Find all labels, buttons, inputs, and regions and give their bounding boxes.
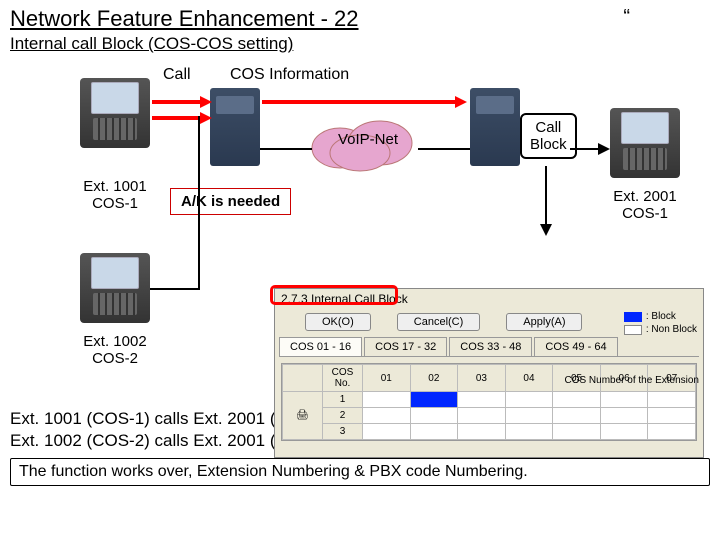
diagram-area: Ext. 1001COS-1 Ext. 1002COS-2 Ext. 2001C…	[0, 58, 720, 398]
grid-corner	[283, 365, 323, 392]
line	[260, 148, 312, 150]
pbx-icon	[470, 88, 520, 166]
grid-cell[interactable]	[363, 408, 411, 424]
phone-icon	[610, 108, 680, 178]
col-header: COS No.	[323, 365, 363, 392]
tab-cos-49-64[interactable]: COS 49 - 64	[534, 337, 617, 356]
pbx-icon	[210, 88, 260, 166]
grid-cell[interactable]	[363, 392, 411, 408]
legend: : Block : Non Block	[624, 311, 697, 337]
grid-cell[interactable]	[648, 392, 696, 408]
row-header: 3	[323, 424, 363, 440]
grid-cell[interactable]	[648, 424, 696, 440]
tab-cos-17-32[interactable]: COS 17 - 32	[364, 337, 447, 356]
arrow-icon	[152, 116, 202, 120]
grid-cell[interactable]	[553, 392, 601, 408]
tab-cos-33-48[interactable]: COS 33 - 48	[449, 337, 532, 356]
call-block-box: Call Block	[520, 113, 577, 159]
phone-icon	[80, 78, 150, 148]
grid-cell[interactable]	[600, 424, 648, 440]
grid-cell[interactable]	[505, 408, 553, 424]
grid-cell[interactable]	[363, 424, 411, 440]
cancel-button[interactable]: Cancel(C)	[397, 313, 481, 331]
grid-cell[interactable]	[505, 424, 553, 440]
cos-info-label: COS Information	[230, 66, 349, 84]
page-subtitle: Internal call Block (COS-COS setting)	[0, 34, 720, 58]
col-header: 03	[458, 365, 506, 392]
grid-cell-blocked[interactable]	[410, 392, 458, 408]
line	[418, 148, 470, 150]
quote-mark: “	[623, 6, 630, 29]
settings-panel: 2.7.3 Internal Call Block OK(O) Cancel(C…	[274, 288, 704, 458]
grid-cell[interactable]	[458, 424, 506, 440]
grid-cell[interactable]	[600, 392, 648, 408]
grid-cell[interactable]	[648, 408, 696, 424]
ok-button[interactable]: OK(O)	[305, 313, 371, 331]
arrow-icon	[570, 148, 600, 150]
col-header: 02	[410, 365, 458, 392]
swatch-block-icon	[624, 312, 642, 322]
phone-3-label: Ext. 2001COS-1	[600, 188, 690, 222]
grid-cell[interactable]	[410, 424, 458, 440]
grid-cell[interactable]	[458, 392, 506, 408]
grid-cell[interactable]	[505, 392, 553, 408]
col-header: 01	[363, 365, 411, 392]
row-header: 2	[323, 408, 363, 424]
voip-net-label: VoIP-Net	[318, 131, 418, 148]
ak-needed-box: A/K is needed	[170, 188, 291, 215]
swatch-nonblock-icon	[624, 325, 642, 335]
footnote-box: The function works over, Extension Numbe…	[10, 458, 710, 486]
panel-title: 2.7.3 Internal Call Block	[275, 289, 703, 309]
apply-button[interactable]: Apply(A)	[506, 313, 582, 331]
line	[198, 116, 200, 290]
grid-cell[interactable]	[600, 408, 648, 424]
phone-2-label: Ext. 1002COS-2	[70, 333, 160, 367]
grid-cell[interactable]	[553, 424, 601, 440]
arrow-icon	[262, 100, 457, 104]
arrow-icon	[545, 166, 547, 226]
col-header: 04	[505, 365, 553, 392]
grid-cell[interactable]	[553, 408, 601, 424]
phone-1-label: Ext. 1001COS-1	[70, 178, 160, 212]
grid-cell[interactable]	[458, 408, 506, 424]
line	[150, 288, 200, 290]
tab-bar: COS 01 - 16 COS 17 - 32 COS 33 - 48 COS …	[279, 337, 699, 357]
page-title: Network Feature Enhancement - 22	[0, 0, 720, 34]
grid-cell[interactable]	[410, 408, 458, 424]
row-header: 1	[323, 392, 363, 408]
row-icon-cell: 🖨	[283, 392, 323, 440]
cos-number-label: COS Number of the Extension	[564, 375, 699, 386]
phone-icon	[80, 253, 150, 323]
tab-cos-01-16[interactable]: COS 01 - 16	[279, 337, 362, 356]
arrow-icon	[152, 100, 202, 104]
call-label: Call	[163, 66, 191, 84]
